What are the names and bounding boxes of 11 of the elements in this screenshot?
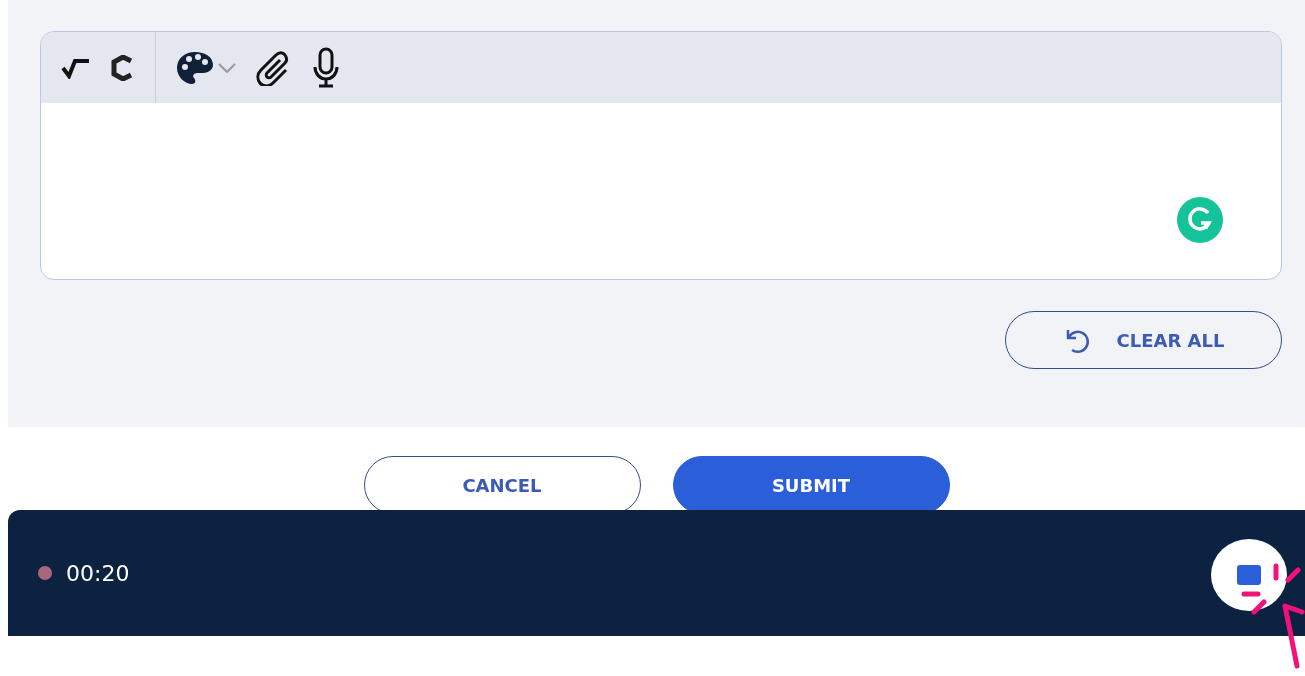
toolbar-button[interactable] [61, 56, 91, 79]
chevron-down-icon [218, 62, 236, 73]
microphone-icon [312, 46, 340, 89]
palette-icon [176, 50, 214, 85]
toolbar-button[interactable] [176, 50, 236, 85]
toolbar-button[interactable] [111, 54, 135, 81]
recording-time: 00:20 [66, 560, 130, 586]
toolbar-button[interactable] [312, 46, 340, 89]
square-root-icon [61, 56, 91, 79]
stop-icon [1237, 565, 1261, 585]
recording-dot [38, 566, 52, 580]
